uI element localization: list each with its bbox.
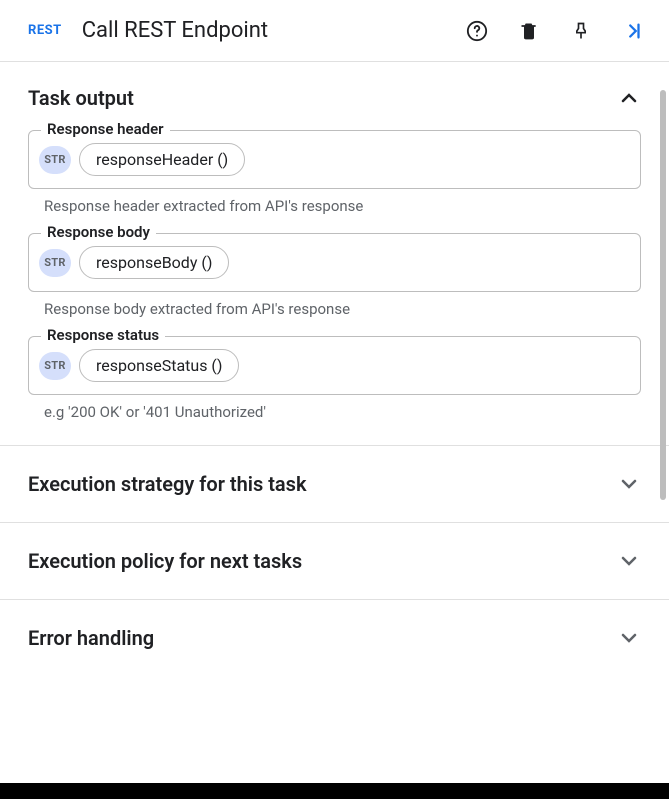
section-header-error-handling[interactable]: Error handling bbox=[28, 626, 641, 650]
panel-header: REST Call REST Endpoint bbox=[0, 0, 669, 61]
field-response-status: Response status STR responseStatus () e.… bbox=[28, 336, 641, 421]
page-title: Call REST Endpoint bbox=[82, 18, 449, 43]
type-badge: STR bbox=[39, 146, 71, 174]
field-legend: Response body bbox=[41, 223, 156, 241]
field-box[interactable]: Response status STR responseStatus () bbox=[28, 336, 641, 395]
section-header-exec-strategy[interactable]: Execution strategy for this task bbox=[28, 472, 641, 496]
scrollbar-thumb[interactable] bbox=[660, 90, 666, 500]
header-actions bbox=[465, 19, 645, 43]
helper-text: e.g '200 OK' or '401 Unauthorized' bbox=[44, 403, 641, 421]
section-error-handling: Error handling bbox=[0, 599, 669, 676]
task-output-body: Response header STR responseHeader () Re… bbox=[28, 130, 641, 421]
section-title: Execution policy for next tasks bbox=[28, 549, 302, 573]
pin-icon[interactable] bbox=[569, 19, 593, 43]
type-badge: STR bbox=[39, 352, 71, 380]
field-legend: Response header bbox=[41, 120, 170, 138]
variable-chip[interactable]: responseStatus () bbox=[79, 349, 239, 382]
section-header-task-output[interactable]: Task output bbox=[28, 86, 641, 110]
field-response-body: Response body STR responseBody () Respon… bbox=[28, 233, 641, 318]
section-exec-policy: Execution policy for next tasks bbox=[0, 522, 669, 599]
chevron-up-icon bbox=[617, 86, 641, 110]
section-title: Execution strategy for this task bbox=[28, 472, 307, 496]
field-box[interactable]: Response header STR responseHeader () bbox=[28, 130, 641, 189]
collapse-panel-icon[interactable] bbox=[621, 19, 645, 43]
helper-text: Response header extracted from API's res… bbox=[44, 197, 641, 215]
chevron-down-icon bbox=[617, 472, 641, 496]
helper-text: Response body extracted from API's respo… bbox=[44, 300, 641, 318]
section-title: Task output bbox=[28, 86, 134, 110]
chevron-down-icon bbox=[617, 549, 641, 573]
chevron-down-icon bbox=[617, 626, 641, 650]
help-icon[interactable] bbox=[465, 19, 489, 43]
type-badge: STR bbox=[39, 249, 71, 277]
section-exec-strategy: Execution strategy for this task bbox=[0, 445, 669, 522]
variable-chip[interactable]: responseHeader () bbox=[79, 143, 245, 176]
section-title: Error handling bbox=[28, 626, 154, 650]
scrollbar-track[interactable] bbox=[660, 90, 666, 779]
section-header-exec-policy[interactable]: Execution policy for next tasks bbox=[28, 549, 641, 573]
field-legend: Response status bbox=[41, 326, 165, 344]
footer-bar bbox=[0, 783, 669, 799]
rest-badge: REST bbox=[28, 23, 62, 38]
field-response-header: Response header STR responseHeader () Re… bbox=[28, 130, 641, 215]
delete-icon[interactable] bbox=[517, 19, 541, 43]
section-task-output: Task output Response header STR response… bbox=[0, 61, 669, 445]
field-box[interactable]: Response body STR responseBody () bbox=[28, 233, 641, 292]
variable-chip[interactable]: responseBody () bbox=[79, 246, 229, 279]
